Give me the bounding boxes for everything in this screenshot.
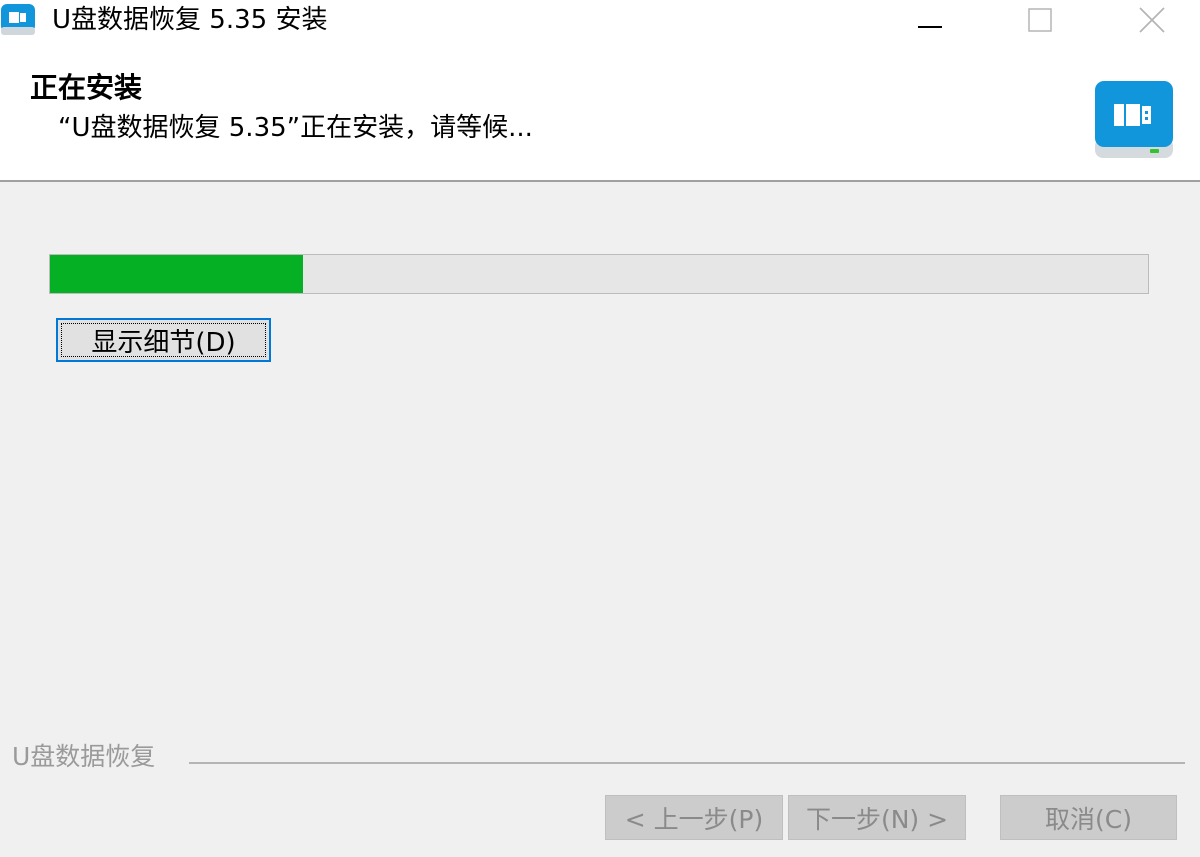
cancel-button[interactable]: 取消(C) (1000, 795, 1177, 840)
maximize-icon (1028, 8, 1052, 32)
page-title: 正在安装 (30, 71, 143, 104)
back-button-label: < 上一步(P) (624, 804, 764, 834)
app-icon (0, 3, 36, 37)
header-divider (0, 180, 1200, 182)
install-progress-bar (49, 254, 1149, 294)
page-subtitle: “U盘数据恢复 5.35”正在安装，请等候... (58, 113, 533, 143)
branding-divider (189, 762, 1185, 764)
branding-text: U盘数据恢复 (12, 742, 156, 771)
cancel-button-label: 取消(C) (1045, 804, 1132, 834)
page-header: 正在安装 “U盘数据恢复 5.35”正在安装，请等候... (0, 40, 1200, 181)
maximize-button[interactable] (1000, 0, 1080, 40)
window-title: U盘数据恢复 5.35 安装 (52, 5, 328, 35)
next-button-label: 下一步(N) > (805, 804, 949, 834)
back-button[interactable]: < 上一步(P) (605, 795, 783, 840)
show-details-button[interactable]: 显示细节(D) (56, 318, 271, 362)
focus-rectangle (61, 323, 266, 357)
usb-drive-logo-icon (1094, 80, 1174, 160)
minimize-button[interactable] (890, 0, 970, 40)
progress-fill (50, 255, 303, 293)
close-button[interactable] (1112, 0, 1192, 40)
installer-window: U盘数据恢复 5.35 安装 正在安装 “U盘数据恢复 5.35”正在安装，请等… (0, 0, 1200, 857)
title-bar: U盘数据恢复 5.35 安装 (0, 0, 1200, 40)
next-button[interactable]: 下一步(N) > (788, 795, 966, 840)
close-icon (1139, 7, 1165, 33)
minimize-icon (918, 26, 942, 28)
